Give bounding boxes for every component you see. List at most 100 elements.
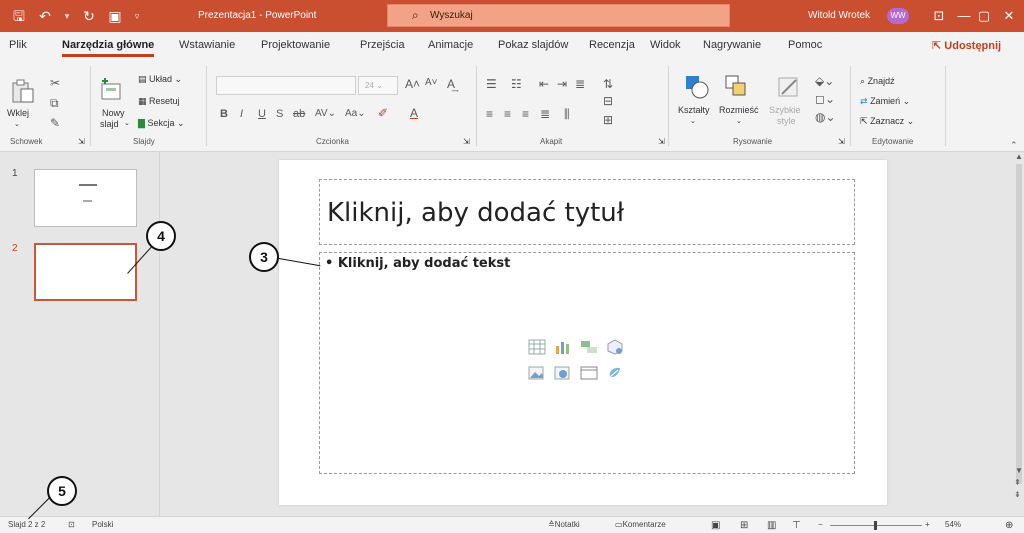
change-case-icon[interactable]: Aa⌄ [345,108,366,119]
zoom-out-icon[interactable]: − [818,520,823,529]
zoom-in-icon[interactable]: + [925,520,930,529]
slideshow-view-icon[interactable]: ⊤ [792,520,801,531]
redo-icon[interactable]: ↻ [78,5,100,27]
tab-transitions[interactable]: Przejścia [360,39,405,51]
zoom-slider-thumb[interactable] [874,521,877,530]
arrange-label[interactable]: Rozmieść [719,105,759,115]
highlight-icon[interactable]: ✐ [378,106,388,120]
shapes-icon[interactable] [684,74,710,100]
save-icon[interactable]: 🖫 [8,5,30,27]
arrange-dropdown-icon[interactable]: ⌄ [736,117,742,125]
align-left-icon[interactable]: ≡ [486,107,493,121]
new-slide-icon[interactable] [98,78,124,104]
search-box[interactable]: ⌕ Wyszukaj [387,4,730,27]
shadow-icon[interactable]: S [276,108,283,120]
quick-styles-label-1[interactable]: Szybkie [769,105,801,115]
normal-view-icon[interactable]: ▣ [711,520,720,531]
shapes-dropdown-icon[interactable]: ⌄ [690,117,696,125]
avatar[interactable]: WW [887,8,909,24]
shape-fill-icon[interactable]: ⬙⌄ [815,74,834,88]
copy-icon[interactable]: ⧉ [50,96,59,111]
clipboard-launcher-icon[interactable]: ⇲ [78,137,85,146]
language-indicator[interactable]: Polski [92,520,113,529]
tab-home[interactable]: Narzędzia główne [62,39,155,57]
slide-counter[interactable]: Slajd 2 z 2 [8,520,45,529]
increase-indent-icon[interactable]: ⇥ [557,77,567,91]
paste-icon[interactable] [10,78,36,104]
insert-chart-icon[interactable] [554,339,572,355]
quick-styles-label-2[interactable]: style [777,116,796,126]
slide-thumbnail-1[interactable] [34,169,137,227]
replace-button[interactable]: ⇄ Zamień ⌄ [860,96,910,107]
clear-formatting-icon[interactable]: A͢ [447,77,455,91]
tab-view[interactable]: Widok [650,39,681,51]
tab-recording[interactable]: Nagrywanie [703,39,761,51]
justify-icon[interactable]: ≣ [540,107,550,121]
paste-label[interactable]: Wklej [7,108,29,118]
quick-styles-icon[interactable] [776,74,802,100]
accessibility-icon[interactable]: ⊡ [68,520,75,529]
smartart-icon[interactable]: ⊞ [603,113,613,127]
content-placeholder[interactable]: • Kliknij, aby dodać tekst [319,252,855,474]
tab-animations[interactable]: Animacje [428,39,473,51]
vertical-scrollbar[interactable]: ▲ ▼ ⇞ ⇟ [1014,152,1024,516]
user-name[interactable]: Witold Wrotek [808,10,870,21]
insert-table-icon[interactable] [528,339,546,355]
columns-icon[interactable]: ⫼ [564,107,570,122]
numbering-icon[interactable]: ☷ [511,77,522,91]
notes-button[interactable]: ≙Notatki [548,520,580,529]
align-center-icon[interactable]: ≡ [504,107,511,121]
scrollbar-thumb[interactable] [1016,164,1022,484]
font-color-icon[interactable]: A [410,106,418,120]
tab-insert[interactable]: Wstawianie [179,39,235,51]
scroll-up-icon[interactable]: ▲ [1015,152,1023,161]
insert-stock-images-icon[interactable] [554,365,572,381]
bold-icon[interactable]: B [220,108,228,120]
close-button[interactable]: ✕ [989,0,1024,32]
undo-dropdown-icon[interactable]: ▾ [60,5,74,27]
shape-outline-icon[interactable]: ◻⌄ [815,92,835,106]
customize-toolbar-icon[interactable]: ▿ [130,5,144,27]
new-slide-dropdown-icon[interactable]: ⌄ [124,119,130,127]
tab-review[interactable]: Recenzja [589,39,635,51]
cut-icon[interactable]: ✂ [50,76,60,90]
tab-help[interactable]: Pomoc [788,39,822,51]
bullets-icon[interactable]: ☰ [486,77,497,91]
layout-button[interactable]: ▤ Układ ⌄ [138,74,182,85]
decrease-indent-icon[interactable]: ⇤ [539,77,549,91]
font-launcher-icon[interactable]: ⇲ [463,137,470,146]
format-painter-icon[interactable]: ✎ [50,116,60,130]
slide-sorter-icon[interactable]: ⊞ [740,520,748,531]
start-presentation-icon[interactable]: ▣ [104,5,126,27]
character-spacing-icon[interactable]: AV⌄ [315,108,336,119]
italic-icon[interactable]: I [240,108,243,120]
text-direction-icon[interactable]: ⇅ [603,77,613,91]
align-right-icon[interactable]: ≡ [522,107,529,121]
scroll-down-icon[interactable]: ▼ [1015,466,1023,475]
font-name-select[interactable] [216,76,356,95]
find-button[interactable]: ⌕ Znajdź [860,76,895,87]
insert-picture-icon[interactable] [528,365,546,381]
increase-font-icon[interactable]: A˄ [405,77,420,91]
section-button[interactable]: ▇ Sekcja ⌄ [138,118,185,129]
tab-design[interactable]: Projektowanie [261,39,330,51]
line-spacing-icon[interactable]: ≣ [575,77,585,91]
drawing-launcher-icon[interactable]: ⇲ [838,137,845,146]
insert-video-icon[interactable] [580,365,598,381]
fit-slide-icon[interactable]: ⊕ [1005,520,1013,531]
title-placeholder[interactable]: Kliknij, aby dodać tytuł [319,179,855,245]
arrange-icon[interactable] [724,74,750,100]
next-slide-icon[interactable]: ⇟ [1014,490,1021,499]
shapes-label[interactable]: Kształty [678,105,710,115]
undo-icon[interactable]: ↶ [34,5,56,27]
previous-slide-icon[interactable]: ⇞ [1014,478,1021,487]
new-slide-label-1[interactable]: Nowy [102,108,125,118]
new-slide-label-2[interactable]: slajd [100,119,119,129]
insert-icons-icon[interactable] [606,365,624,381]
select-button[interactable]: ⇱ Zaznacz ⌄ [860,116,914,127]
collapse-ribbon-icon[interactable]: ⌃ [1010,140,1018,151]
decrease-font-icon[interactable]: A˅ [425,77,438,88]
reset-button[interactable]: ▦ Resetuj [138,96,180,107]
zoom-level[interactable]: 54% [945,520,961,529]
reading-view-icon[interactable]: ▥ [767,520,776,531]
